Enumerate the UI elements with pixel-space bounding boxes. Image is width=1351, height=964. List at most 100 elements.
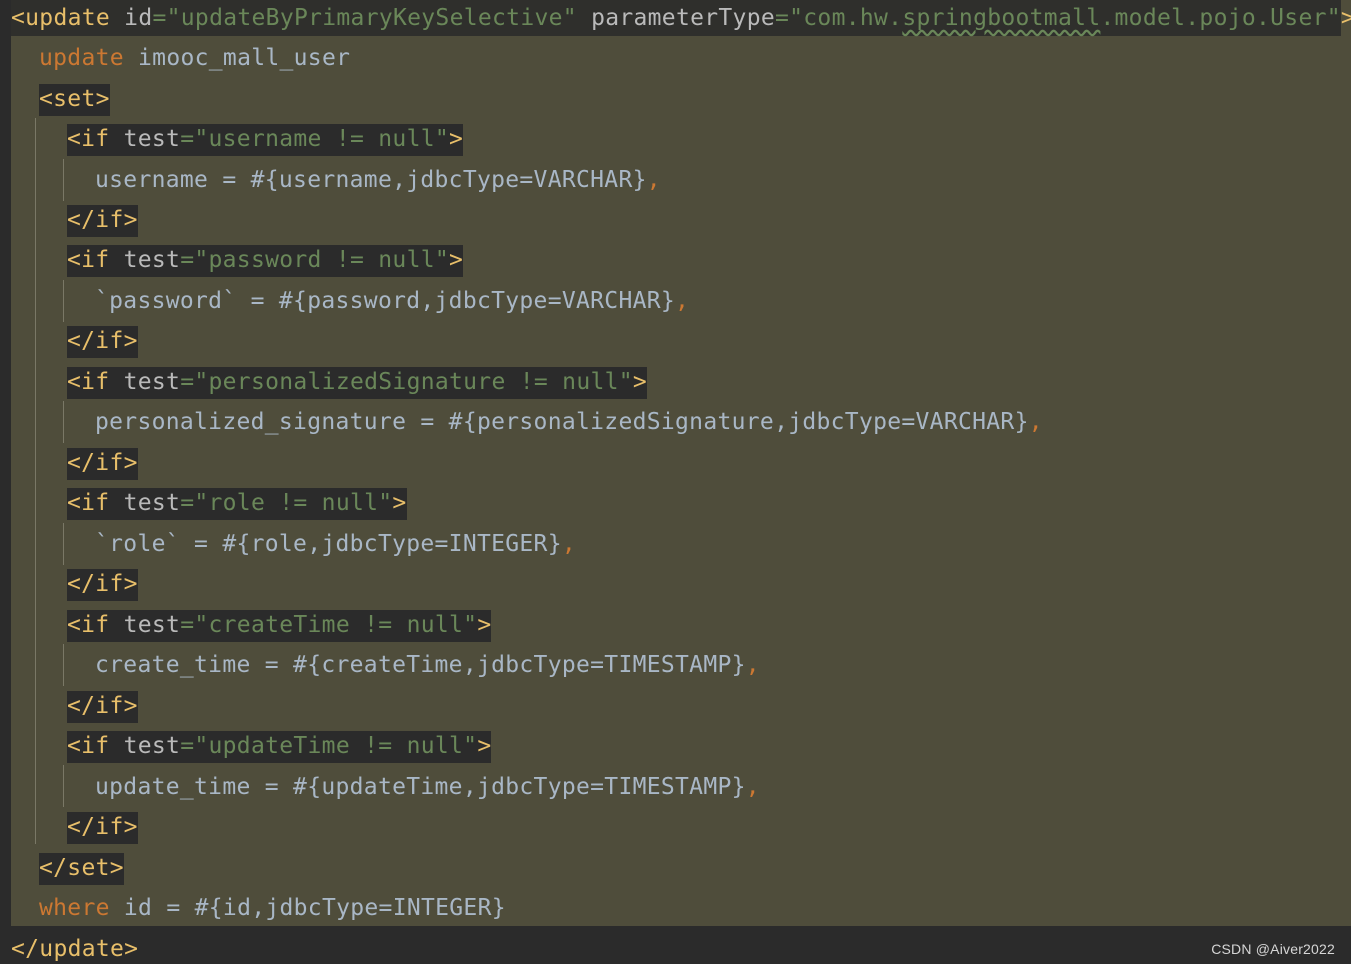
if-tag-highlight: <if test="createTime != null">: [67, 610, 492, 642]
code-line-password-assign[interactable]: `password` = #{password,jdbcType=VARCHAR…: [95, 283, 689, 323]
parametertype-value-suffix: .model.pojo.User": [1100, 5, 1341, 31]
set-open-tag: <set>: [39, 84, 110, 116]
if-open-tag: <if: [67, 126, 110, 152]
code-line-update-open[interactable]: <update id="updateByPrimaryKeySelective"…: [11, 0, 1351, 40]
if-tag-close: >: [632, 369, 648, 395]
editor-gutter: [0, 0, 11, 964]
code-line-if-close[interactable]: </if>: [67, 688, 138, 728]
if-open-tag: <if: [67, 490, 110, 516]
comma: ,: [561, 531, 577, 557]
test-value: "updateTime != null": [194, 733, 478, 759]
code-line-if-close[interactable]: </if>: [67, 566, 138, 606]
if-tag-highlight: <if test="username != null">: [67, 124, 464, 156]
if-tag-close: >: [449, 126, 464, 152]
if-tag-close: >: [449, 247, 464, 273]
comma: ,: [646, 167, 661, 193]
assignment-text: update_time = #{updateTime,jdbcType=TIME…: [95, 774, 746, 800]
code-line-if-signature[interactable]: <if test="personalizedSignature != null"…: [67, 364, 648, 404]
equals-sign: =: [180, 733, 195, 759]
code-line-if-close[interactable]: </if>: [67, 323, 138, 363]
code-line-if-role[interactable]: <if test="role != null">: [67, 485, 407, 525]
equals-sign: =: [180, 612, 195, 638]
update-open-tag: <update: [11, 5, 111, 31]
equals-sign: =: [180, 490, 195, 516]
if-tag-highlight: <if test="updateTime != null">: [67, 731, 492, 763]
if-close-tag: </if>: [67, 448, 138, 480]
code-line-role-assign[interactable]: `role` = #{role,jdbcType=INTEGER},: [95, 526, 576, 566]
code-line-if-updatetime[interactable]: <if test="updateTime != null">: [67, 728, 492, 768]
where-condition: id = #{id,jdbcType=INTEGER}: [109, 895, 506, 921]
indent-guide-if-role: [63, 523, 64, 565]
test-attribute: test: [109, 126, 181, 152]
test-value: "password != null": [194, 247, 450, 273]
test-value: "username != null": [194, 126, 450, 152]
assignment-text: `role` = #{role,jdbcType=INTEGER}: [95, 531, 562, 557]
id-attribute: id: [110, 5, 153, 31]
if-close-tag: </if>: [67, 205, 138, 237]
watermark: CSDN @Aiver2022: [1211, 941, 1335, 957]
if-open-tag: <if: [67, 247, 110, 273]
code-line-signature-assign[interactable]: personalized_signature = #{personalizedS…: [95, 404, 1043, 444]
if-close-tag: </if>: [67, 812, 138, 844]
comma: ,: [675, 288, 690, 314]
if-tag-close: >: [477, 612, 492, 638]
test-value: "personalizedSignature != null": [194, 369, 633, 395]
equals-sign: =: [774, 5, 790, 31]
code-line-if-close[interactable]: </if>: [67, 809, 138, 849]
parametertype-attribute: parameterType: [576, 5, 775, 31]
if-open-tag: <if: [67, 369, 110, 395]
equals-sign: =: [152, 5, 167, 31]
if-tag-highlight: <if test="password != null">: [67, 245, 464, 277]
test-attribute: test: [109, 247, 181, 273]
code-line-updatetime-assign[interactable]: update_time = #{updateTime,jdbcType=TIME…: [95, 769, 760, 809]
code-line-if-createtime[interactable]: <if test="createTime != null">: [67, 607, 492, 647]
code-line-where[interactable]: where id = #{id,jdbcType=INTEGER}: [39, 890, 506, 930]
if-tag-close: >: [392, 490, 407, 516]
if-close-tag: </if>: [67, 691, 138, 723]
comma: ,: [745, 774, 760, 800]
code-line-set-close[interactable]: </set>: [39, 850, 124, 890]
code-line-update-table[interactable]: update imooc_mall_user: [39, 40, 350, 80]
code-editor[interactable]: <update id="updateByPrimaryKeySelective"…: [0, 0, 1351, 964]
assignment-text: personalized_signature = #{personalizedS…: [95, 409, 1029, 435]
assignment-text: username = #{username,jdbcType=VARCHAR}: [95, 167, 647, 193]
equals-sign: =: [180, 369, 195, 395]
where-keyword: where: [39, 895, 110, 921]
code-line-update-close[interactable]: </update>: [11, 931, 138, 964]
set-close-tag: </set>: [39, 853, 124, 885]
code-line-if-password[interactable]: <if test="password != null">: [67, 242, 464, 282]
update-close-tag: </update>: [11, 936, 139, 962]
if-open-tag: <if: [67, 612, 110, 638]
test-attribute: test: [109, 612, 181, 638]
comma: ,: [1028, 409, 1043, 435]
assignment-text: `password` = #{password,jdbcType=VARCHAR…: [95, 288, 676, 314]
code-line-if-username[interactable]: <if test="username != null">: [67, 121, 464, 161]
if-tag-close: >: [477, 733, 492, 759]
bottom-bar: [0, 926, 1351, 964]
table-name: imooc_mall_user: [123, 45, 351, 71]
test-attribute: test: [109, 733, 181, 759]
spelling-warning[interactable]: springbootmall: [902, 5, 1100, 31]
id-value: "updateByPrimaryKeySelective": [166, 5, 577, 31]
equals-sign: =: [180, 126, 195, 152]
if-tag-highlight: <if test="personalizedSignature != null"…: [67, 367, 648, 399]
test-value: "role != null": [194, 490, 393, 516]
assignment-text: create_time = #{createTime,jdbcType=TIME…: [95, 652, 746, 678]
equals-sign: =: [180, 247, 195, 273]
test-attribute: test: [109, 369, 181, 395]
indent-guide-if-password: [63, 280, 64, 322]
indent-guide-if-updatetime: [63, 765, 64, 807]
update-keyword: update: [39, 45, 124, 71]
if-close-tag: </if>: [67, 326, 138, 358]
test-value: "createTime != null": [194, 612, 478, 638]
code-line-if-close[interactable]: </if>: [67, 445, 138, 485]
if-close-tag: </if>: [67, 569, 138, 601]
if-tag-highlight: <if test="role != null">: [67, 488, 407, 520]
indent-guide-if-username: [63, 159, 64, 201]
code-line-set-open[interactable]: <set>: [39, 81, 110, 121]
code-line-username-assign[interactable]: username = #{username,jdbcType=VARCHAR},: [95, 162, 661, 202]
code-line-createtime-assign[interactable]: create_time = #{createTime,jdbcType=TIME…: [95, 647, 760, 687]
parametertype-value-prefix: "com.hw.: [789, 5, 903, 31]
test-attribute: test: [109, 490, 181, 516]
code-line-if-close[interactable]: </if>: [67, 202, 138, 242]
